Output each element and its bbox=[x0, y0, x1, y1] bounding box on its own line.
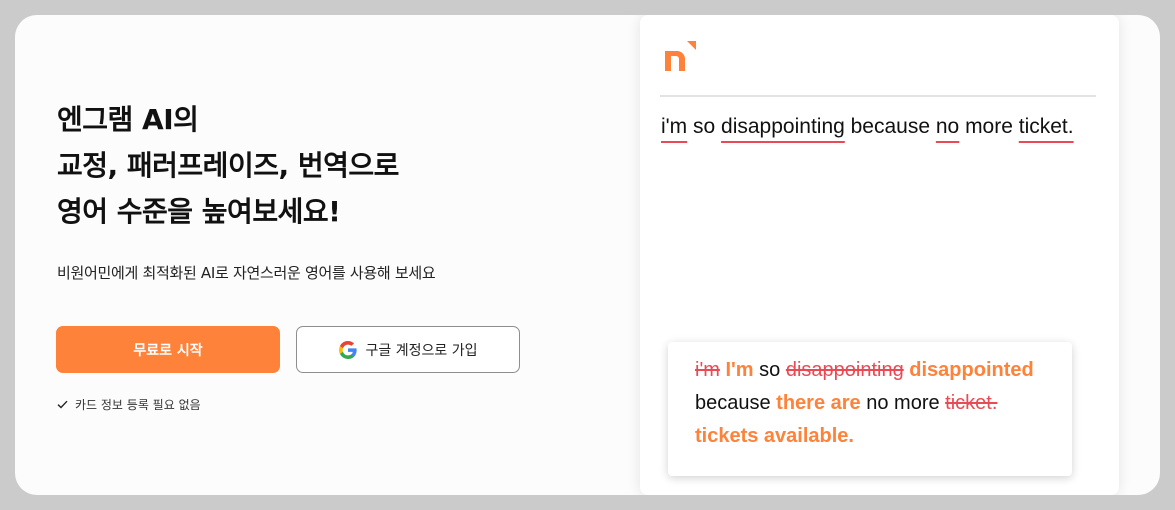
deleted-text: ticket. bbox=[945, 392, 998, 414]
sentence-text: because bbox=[844, 115, 936, 138]
editor-divider bbox=[660, 95, 1096, 97]
headline-line-2: 교정, 패러프레이즈, 번역으로 bbox=[57, 149, 399, 182]
no-card-note-text: 카드 정보 등록 필요 없음 bbox=[75, 398, 201, 412]
error-word[interactable]: i'm bbox=[661, 115, 687, 138]
added-text: I'm bbox=[725, 359, 754, 381]
demo-editor-panel: i'm so disappointing because no more tic… bbox=[640, 15, 1119, 495]
headline-line-1: 엔그램 AI의 bbox=[57, 103, 199, 136]
start-free-button[interactable]: 무료로 시작 bbox=[56, 326, 280, 373]
error-word[interactable]: ticket. bbox=[1019, 115, 1074, 138]
error-word[interactable]: no bbox=[936, 115, 959, 138]
deleted-text: i'm bbox=[695, 359, 720, 381]
deleted-text: disappointing bbox=[785, 359, 904, 381]
sentence-text: so bbox=[687, 115, 722, 138]
engram-logo-icon bbox=[665, 41, 697, 71]
check-icon bbox=[57, 400, 68, 409]
added-text: there are bbox=[776, 392, 861, 414]
google-signup-button[interactable]: 구글 계정으로 가입 bbox=[296, 326, 520, 373]
google-icon bbox=[338, 340, 357, 359]
hero-headline: 엔그램 AI의 교정, 패러프레이즈, 번역으로 영어 수준을 높여보세요! bbox=[57, 97, 399, 235]
added-text: tickets available. bbox=[695, 425, 854, 447]
added-text: disappointed bbox=[909, 359, 1034, 381]
no-card-note: 카드 정보 등록 필요 없음 bbox=[57, 396, 201, 413]
input-sentence[interactable]: i'm so disappointing because no more tic… bbox=[661, 115, 1074, 139]
hero-card: 엔그램 AI의 교정, 패러프레이즈, 번역으로 영어 수준을 높여보세요! 비… bbox=[15, 15, 1160, 495]
sentence-text: more bbox=[959, 115, 1019, 138]
plain-text: because bbox=[695, 392, 777, 414]
plain-text: no more bbox=[860, 392, 946, 414]
google-signup-label: 구글 계정으로 가입 bbox=[365, 342, 478, 359]
plain-text: so bbox=[753, 359, 786, 381]
correction-suggestion-card[interactable]: i'm I'm so disappointing disappointed be… bbox=[668, 342, 1072, 476]
hero-subtitle: 비원어민에게 최적화된 AI로 자연스러운 영어를 사용해 보세요 bbox=[57, 264, 436, 282]
error-word[interactable]: disappointing bbox=[721, 115, 845, 138]
headline-line-3: 영어 수준을 높여보세요! bbox=[57, 195, 341, 228]
